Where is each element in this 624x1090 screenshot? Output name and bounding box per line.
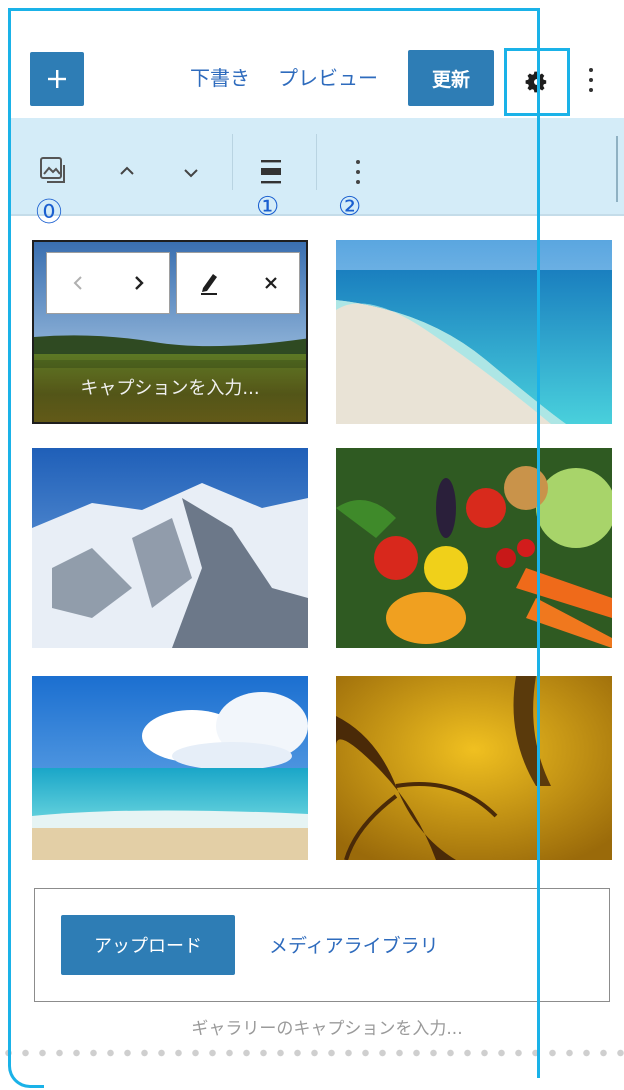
gallery-image-vegetables[interactable] [336, 448, 612, 648]
gallery-image-grassland[interactable]: キャプションを入力... [32, 240, 308, 424]
move-up-button[interactable] [112, 156, 142, 186]
image-caption-input[interactable]: キャプションを入力... [34, 352, 306, 422]
annotation-number-2: ② [338, 192, 362, 222]
ocean-image [32, 676, 308, 860]
gallery-caption-input[interactable]: ギャラリーのキャプションを入力... [0, 1014, 624, 1039]
vegetables-image [336, 448, 612, 648]
pencil-icon [200, 274, 217, 295]
kebab-icon [356, 160, 360, 184]
gallery-block-type-button[interactable] [36, 150, 70, 190]
callout-connector [537, 8, 540, 50]
toolbar-separator [232, 134, 233, 190]
plus-icon [48, 70, 66, 88]
preview-button[interactable]: プレビュー [278, 62, 378, 91]
chevron-right-icon [134, 276, 144, 290]
chevron-down-icon [184, 169, 198, 178]
upload-placeholder: アップロード メディアライブラリ [34, 888, 610, 1002]
callout-left-line [8, 8, 11, 1064]
block-toolbar [11, 118, 624, 216]
gallery-image-beach[interactable] [336, 240, 612, 424]
callout-top-line [8, 8, 540, 11]
add-block-button[interactable] [30, 52, 84, 106]
beach-image [336, 240, 612, 424]
autumn-image [336, 676, 612, 860]
align-full-icon [261, 160, 281, 184]
toolbar-separator [316, 134, 317, 190]
annotation-number-1: ① [256, 192, 280, 222]
toolbar-border [11, 214, 624, 216]
chevron-left-icon [73, 276, 82, 290]
move-left-button[interactable] [72, 274, 84, 292]
gallery-image-ocean[interactable] [32, 676, 308, 860]
remove-image-button[interactable] [264, 276, 278, 290]
annotation-number-0: ⓪ [36, 198, 63, 228]
block-options-button[interactable] [348, 152, 368, 192]
move-down-button[interactable] [176, 158, 206, 188]
toolbar-scrollbar[interactable] [616, 136, 618, 202]
edit-image-button[interactable] [199, 270, 221, 296]
gear-icon [525, 71, 547, 93]
media-library-button[interactable]: メディアライブラリ [269, 931, 439, 958]
more-options-button[interactable] [586, 62, 596, 98]
settings-button[interactable] [504, 48, 570, 116]
callout-curve [8, 1060, 44, 1088]
update-button[interactable]: 更新 [408, 50, 494, 106]
align-button[interactable] [254, 152, 288, 190]
gallery-image-autumn[interactable] [336, 676, 612, 860]
gallery-icon [40, 157, 65, 183]
kebab-icon [589, 68, 593, 92]
close-icon [264, 277, 277, 289]
image-move-controls [46, 252, 170, 314]
upload-button[interactable]: アップロード [61, 915, 235, 975]
gallery-image-mountain[interactable] [32, 448, 308, 648]
save-draft-button[interactable]: 下書き [190, 62, 250, 91]
chevron-up-icon [120, 166, 134, 175]
move-right-button[interactable] [133, 274, 145, 292]
image-edit-controls [176, 252, 300, 314]
mountain-image [32, 448, 308, 648]
dotted-divider [0, 1048, 624, 1058]
